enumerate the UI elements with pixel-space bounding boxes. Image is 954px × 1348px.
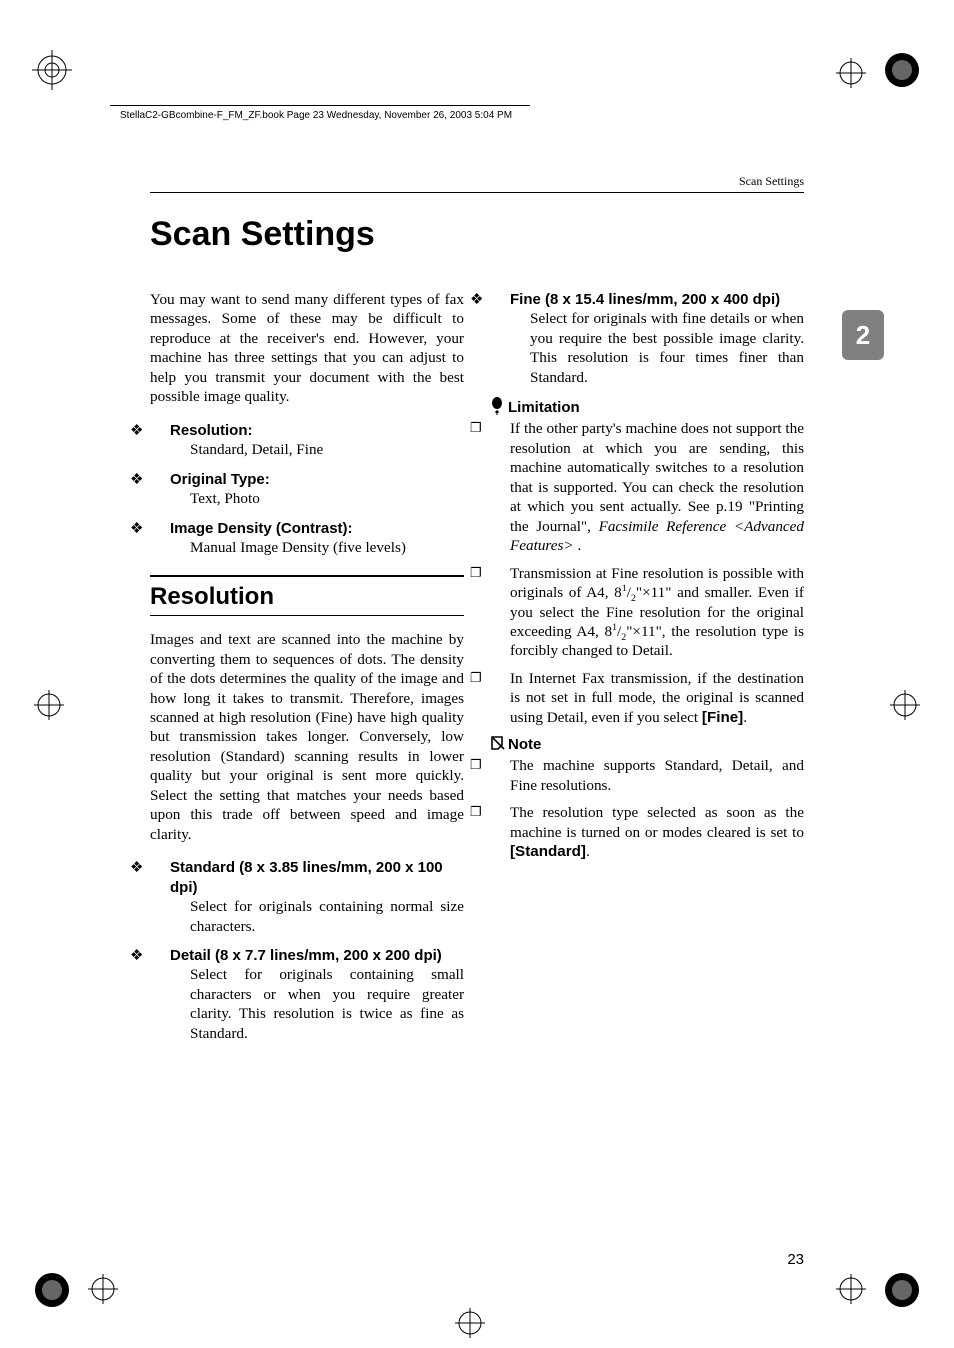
bullet-icon: ❐: [490, 670, 510, 687]
diamond-icon: ❖: [150, 946, 170, 965]
feature-text: Standard, Detail, Fine: [190, 440, 464, 459]
note-heading: Note: [490, 735, 804, 754]
header-rule: [110, 105, 530, 106]
note-text: The resolution type selected as soon as …: [510, 804, 804, 840]
regmark-top-right-outer: [882, 50, 922, 90]
limitation-item-2: ❐Transmission at Fine resolution is poss…: [510, 564, 804, 661]
running-head-rule: [150, 192, 804, 193]
feature-label: Image Density (Contrast):: [170, 520, 353, 537]
note-icon: [490, 735, 508, 754]
feature-text: Manual Image Density (five levels): [190, 538, 464, 557]
limitation-text: In Internet Fax transmission, if the des…: [510, 670, 804, 726]
regmark-top-right-inner: [836, 58, 866, 88]
limitation-label: Limitation: [508, 399, 580, 416]
mode-text: Select for originals with fine details o…: [530, 309, 804, 387]
mode-label: Standard (8 x 3.85 lines/mm, 200 x 100 d…: [170, 859, 443, 895]
intro-paragraph: You may want to send many different type…: [150, 290, 464, 407]
diamond-icon: ❖: [150, 470, 170, 489]
note-item-2: ❐The resolution type selected as soon as…: [510, 803, 804, 861]
section-resolution-heading: Resolution: [150, 575, 464, 616]
running-head: Scan Settings: [739, 174, 804, 189]
ui-label-fine: [Fine]: [702, 709, 743, 726]
limitation-text: .: [574, 537, 582, 554]
mode-label: Detail (8 x 7.7 lines/mm, 200 x 200 dpi): [170, 947, 442, 964]
note-text: .: [586, 843, 590, 860]
regmark-bottom-right-inner: [836, 1274, 866, 1304]
page-number: 23: [787, 1251, 804, 1268]
feature-text: Text, Photo: [190, 489, 464, 508]
feature-label: Original Type:: [170, 471, 270, 488]
regmark-bottom-left-inner: [88, 1274, 118, 1304]
mode-detail: ❖Detail (8 x 7.7 lines/mm, 200 x 200 dpi…: [170, 946, 464, 1043]
feature-label: Resolution:: [170, 422, 253, 439]
regmark-top-left: [32, 50, 72, 90]
diamond-icon: ❖: [150, 858, 170, 877]
body-columns: You may want to send many different type…: [150, 290, 804, 1228]
limitation-item-1: ❐If the other party's machine does not s…: [510, 419, 804, 555]
page-title: Scan Settings: [150, 215, 375, 254]
regmark-bottom-center: [455, 1308, 485, 1338]
bullet-icon: ❐: [490, 757, 510, 774]
ui-label-standard: [Standard]: [510, 843, 586, 860]
chapter-tab: 2: [842, 310, 884, 360]
resolution-intro: Images and text are scanned into the mac…: [150, 630, 464, 844]
feature-image-density: ❖Image Density (Contrast): Manual Image …: [170, 519, 464, 558]
regmark-left-mid: [34, 690, 64, 720]
feature-resolution: ❖Resolution: Standard, Detail, Fine: [170, 421, 464, 460]
diamond-icon: ❖: [150, 421, 170, 440]
bullet-icon: ❐: [490, 420, 510, 437]
note-label: Note: [508, 736, 541, 753]
note-item-1: ❐The machine supports Standard, Detail, …: [510, 756, 804, 795]
limitation-icon: [490, 397, 508, 417]
mode-text: Select for originals containing small ch…: [190, 965, 464, 1043]
limitation-item-3: ❐In Internet Fax transmission, if the de…: [510, 669, 804, 727]
bullet-icon: ❐: [490, 804, 510, 821]
limitation-heading: Limitation: [490, 397, 804, 417]
regmark-bottom-left-outer: [32, 1270, 72, 1310]
mode-text: Select for originals containing normal s…: [190, 897, 464, 936]
diamond-icon: ❖: [490, 290, 510, 309]
mode-standard: ❖Standard (8 x 3.85 lines/mm, 200 x 100 …: [170, 858, 464, 936]
header-meta: StellaC2-GBcombine-F_FM_ZF.book Page 23 …: [120, 110, 512, 121]
regmark-right-mid: [890, 690, 920, 720]
limitation-text: .: [743, 709, 747, 726]
regmark-bottom-right-outer: [882, 1270, 922, 1310]
mode-label: Fine (8 x 15.4 lines/mm, 200 x 400 dpi): [510, 291, 780, 308]
mode-fine: ❖Fine (8 x 15.4 lines/mm, 200 x 400 dpi)…: [510, 290, 804, 387]
note-text: The machine supports Standard, Detail, a…: [510, 757, 804, 793]
feature-original-type: ❖Original Type: Text, Photo: [170, 470, 464, 509]
diamond-icon: ❖: [150, 519, 170, 538]
bullet-icon: ❐: [490, 565, 510, 582]
